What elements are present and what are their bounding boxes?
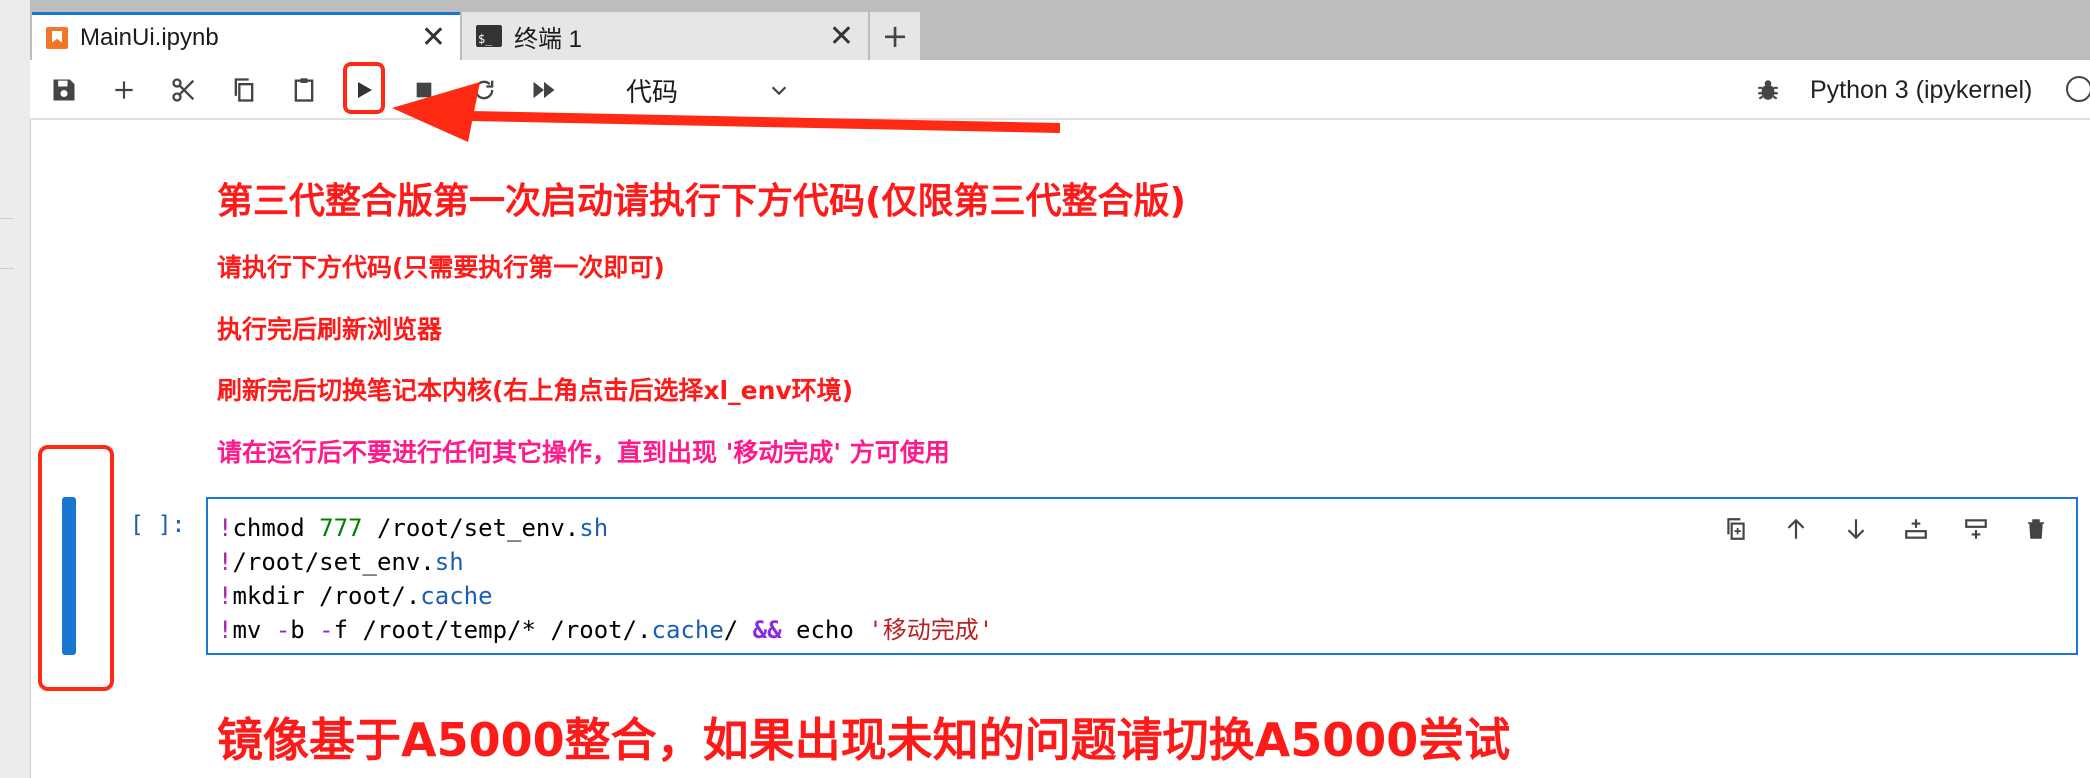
strip-divider xyxy=(0,268,14,269)
insert-below-icon xyxy=(1965,519,1987,539)
debugger-button[interactable] xyxy=(1748,70,1788,110)
kernel-status-icon xyxy=(2066,76,2090,102)
insert-below-button[interactable] xyxy=(1956,509,1996,549)
markdown-warning: 请在运行后不要进行任何其它操作，直到出现 '移动完成' 方可使用 xyxy=(217,438,950,467)
tab-label: MainUi.ipynb xyxy=(80,23,219,51)
tab-mainui[interactable]: MainUi.ipynb ✕ xyxy=(32,12,460,60)
code-line: !mv -b -f /root/temp/* /root/.cache/ && … xyxy=(218,616,994,644)
paste-button[interactable] xyxy=(284,70,324,110)
arrow-down-icon xyxy=(1847,519,1865,540)
cell-toolbar xyxy=(1716,509,2056,549)
left-panel-strip xyxy=(0,0,31,778)
save-button[interactable] xyxy=(44,70,84,110)
markdown-footer: 镜像基于A5000整合，如果出现未知的问题请切换A5000尝试 xyxy=(217,713,1511,767)
insert-above-button[interactable] xyxy=(1896,509,1936,549)
markdown-heading: 第三代整合版第一次启动请执行下方代码(仅限第三代整合版) xyxy=(217,181,1186,222)
terminal-icon: $_ xyxy=(476,25,502,47)
cell-prompt: [ ]: xyxy=(130,512,186,538)
markdown-line: 刷新完后切换笔记本内核(右上角点击后选择xl_env环境) xyxy=(217,376,854,405)
clipboard-icon xyxy=(294,78,314,102)
tab-label: 终端 1 xyxy=(514,25,583,53)
markdown-line: 请执行下方代码(只需要执行第一次即可) xyxy=(217,253,665,282)
move-down-button[interactable] xyxy=(1836,509,1876,549)
insert-above-icon xyxy=(1905,519,1927,539)
notebook-toolbar: 代码 Python 3 (ipykernel) xyxy=(30,60,2090,120)
code-line: !mkdir /root/.cache xyxy=(218,582,493,610)
duplicate-cell-button[interactable] xyxy=(1716,509,1756,549)
kernel-name-button[interactable]: Python 3 (ipykernel) xyxy=(1810,70,2032,110)
code-line: !chmod 777 /root/set_env.sh xyxy=(218,514,609,542)
duplicate-icon xyxy=(1727,518,1745,540)
tab-terminal[interactable]: $_ 终端 1 ✕ xyxy=(462,12,868,60)
copy-button[interactable] xyxy=(224,70,264,110)
notebook-icon xyxy=(46,26,68,49)
copy-icon xyxy=(234,78,254,102)
annotation-cell-highlight xyxy=(38,445,114,691)
markdown-line: 执行完后刷新浏览器 xyxy=(217,315,443,344)
code-line: !/root/set_env.sh xyxy=(218,548,464,576)
annotation-arrow xyxy=(392,82,1060,142)
scissors-icon xyxy=(172,78,195,102)
new-tab-button[interactable]: + xyxy=(870,12,920,60)
delete-cell-button[interactable] xyxy=(2016,509,2056,549)
cut-button[interactable] xyxy=(164,70,204,110)
annotation-run-highlight xyxy=(343,62,385,114)
strip-divider xyxy=(0,218,14,219)
code-cell-editor[interactable]: !chmod 777 /root/set_env.sh !/root/set_e… xyxy=(206,497,2078,655)
close-icon[interactable]: ✕ xyxy=(829,19,854,54)
bug-icon xyxy=(1758,80,1778,100)
arrow-up-icon xyxy=(1787,518,1805,539)
trash-icon xyxy=(2028,519,2044,539)
code-text[interactable]: !chmod 777 /root/set_env.sh !/root/set_e… xyxy=(218,511,993,647)
tab-bar: MainUi.ipynb ✕ $_ 终端 1 ✕ + xyxy=(30,0,2090,60)
save-icon xyxy=(53,79,75,101)
add-cell-button[interactable] xyxy=(104,70,144,110)
close-icon[interactable]: ✕ xyxy=(421,20,446,55)
plus-icon xyxy=(115,81,133,99)
move-up-button[interactable] xyxy=(1776,509,1816,549)
